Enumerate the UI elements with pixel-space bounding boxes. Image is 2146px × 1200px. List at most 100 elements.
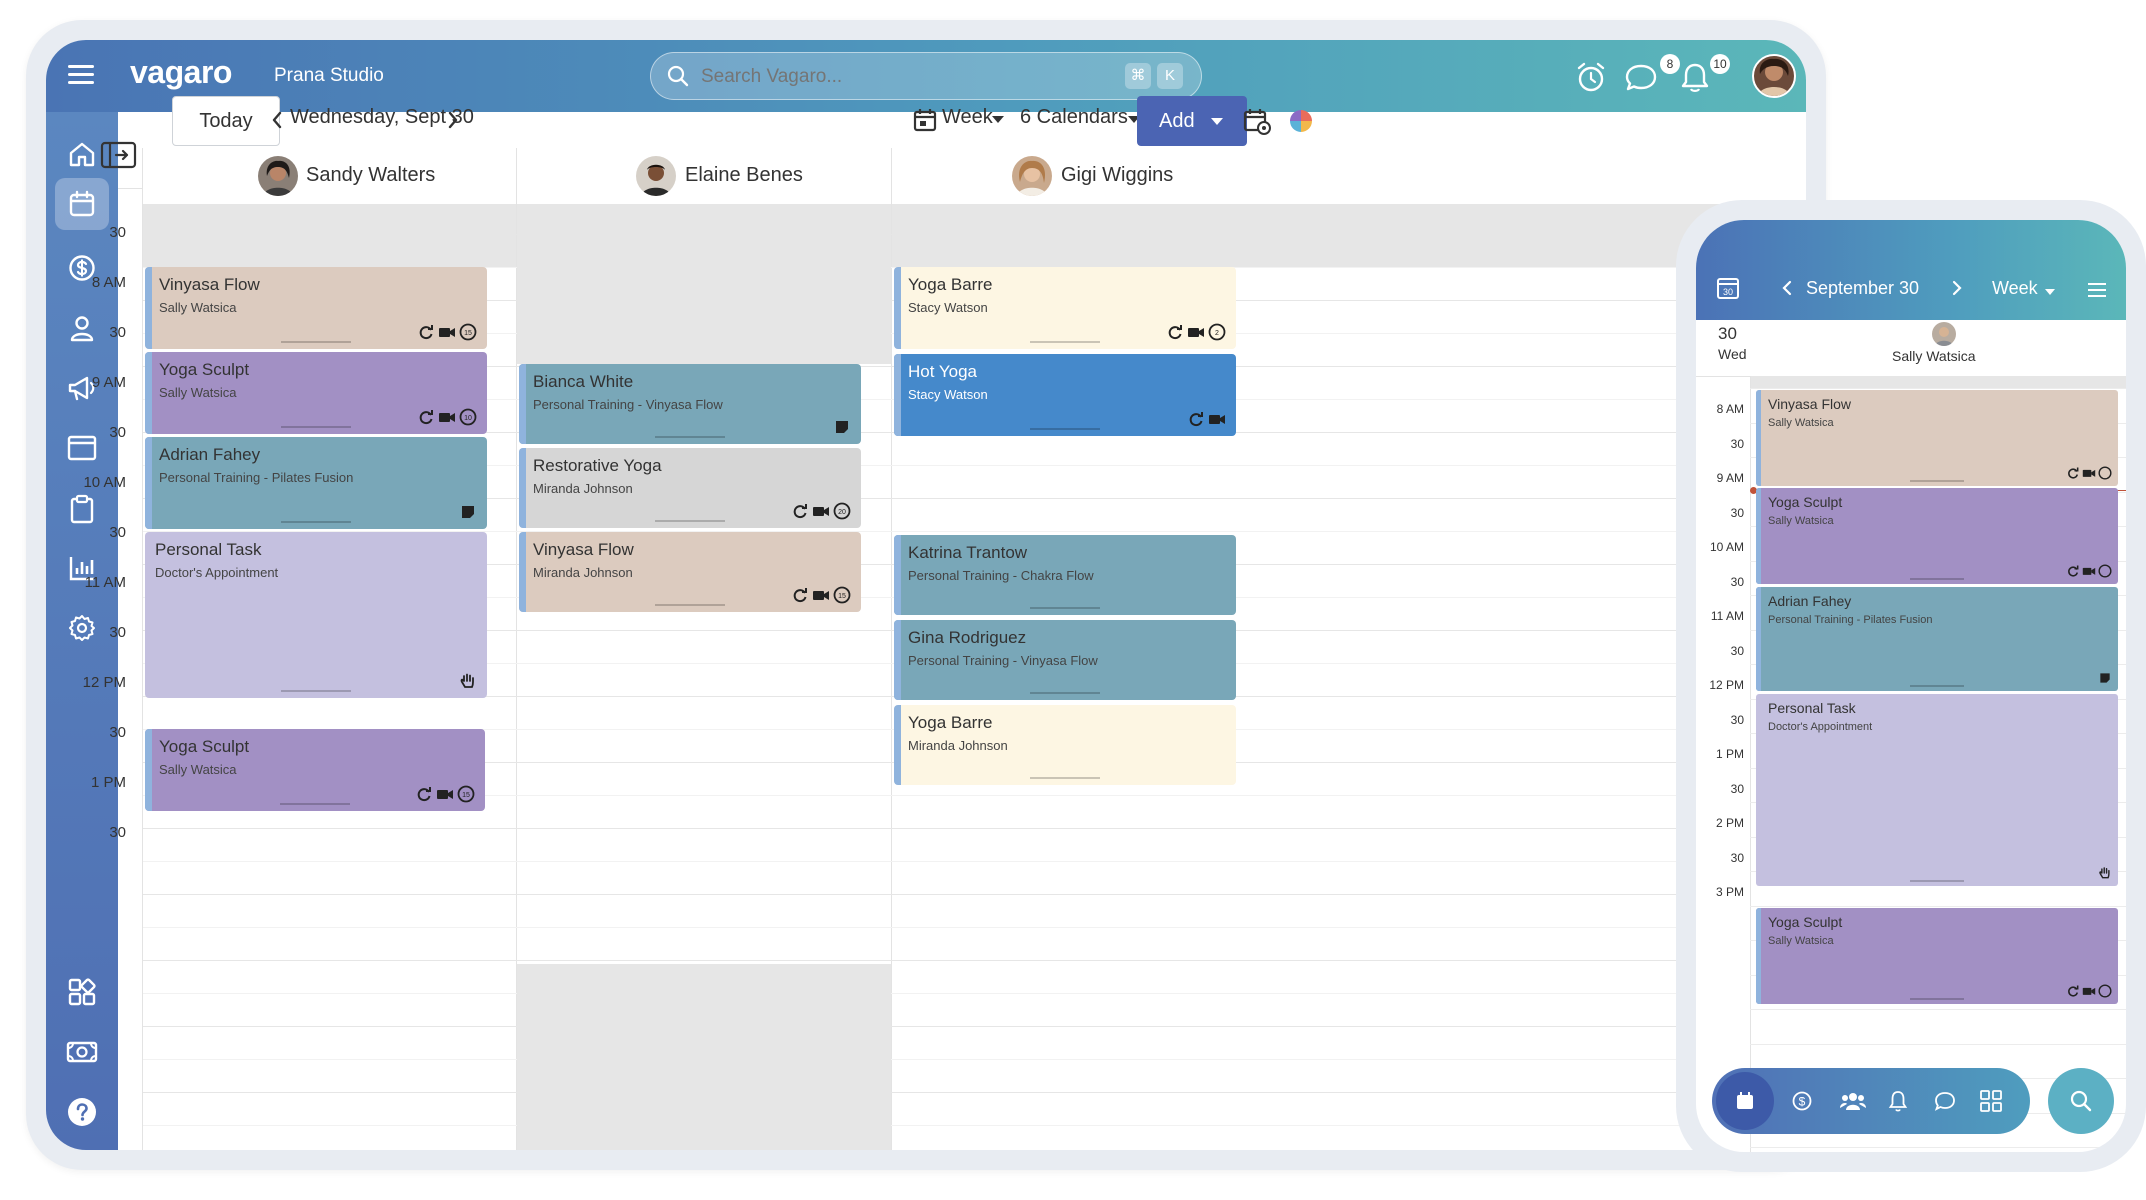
- studio-name: Prana Studio: [274, 65, 384, 86]
- chat-icon[interactable]: [1934, 1090, 1956, 1112]
- resize-handle[interactable]: [1030, 692, 1100, 694]
- time-label: 30: [109, 624, 126, 641]
- resize-handle[interactable]: [1910, 480, 1964, 482]
- phone-prev-chevron-icon[interactable]: [1780, 278, 1794, 303]
- resize-handle[interactable]: [281, 521, 351, 523]
- grid-line: [143, 861, 1806, 862]
- timer-value: 2: [1215, 330, 1219, 337]
- appointment-card[interactable]: Gina Rodriguez Personal Training - Vinya…: [894, 620, 1236, 700]
- appointment-card[interactable]: Yoga Sculpt Sally Watsica 10: [145, 352, 487, 434]
- color-palette-icon[interactable]: [1290, 110, 1312, 132]
- add-button[interactable]: Add: [1137, 96, 1247, 146]
- appointment-title: Restorative Yoga: [533, 456, 662, 475]
- phone-view-selector[interactable]: Week: [1992, 278, 2038, 299]
- phone-screen: 30 September 30 Week 30 Wed Sally Watsic…: [1696, 220, 2126, 1152]
- phone-appointment-card[interactable]: Yoga Sculpt Sally Watsica: [1756, 488, 2118, 584]
- staff-avatar-gigi[interactable]: [1012, 156, 1052, 196]
- timer-icon: 2: [1208, 323, 1226, 341]
- brand-logo[interactable]: vagaro: [130, 54, 232, 91]
- column-header-gigi[interactable]: Gigi Wiggins: [1061, 164, 1173, 187]
- calendars-selector[interactable]: 6 Calendars: [1020, 106, 1128, 129]
- appointment-card[interactable]: Yoga Barre Miranda Johnson: [894, 705, 1236, 785]
- appointment-card[interactable]: Bianca White Personal Training - Vinyasa…: [519, 364, 861, 444]
- time-label: 30: [109, 524, 126, 541]
- resize-handle[interactable]: [655, 520, 725, 522]
- resize-handle[interactable]: [1910, 998, 1964, 1000]
- calendar-settings-icon[interactable]: [1242, 106, 1272, 141]
- resize-handle[interactable]: [1030, 428, 1100, 430]
- grid-line: [143, 1092, 1806, 1093]
- appointment-card[interactable]: Yoga Barre Stacy Watson 2: [894, 267, 1236, 349]
- appointment-card[interactable]: Katrina Trantow Personal Training - Chak…: [894, 535, 1236, 615]
- phone-next-chevron-icon[interactable]: [1950, 278, 1964, 303]
- resize-handle[interactable]: [280, 803, 350, 805]
- resize-handle[interactable]: [1910, 578, 1964, 580]
- note-icon: [836, 421, 848, 433]
- resize-handle[interactable]: [1910, 685, 1964, 687]
- apps-icon[interactable]: [1980, 1090, 2002, 1112]
- phone-appointment-card[interactable]: Adrian Fahey Personal Training - Pilates…: [1756, 587, 2118, 691]
- svg-text:$: $: [1799, 1095, 1806, 1109]
- appointment-card[interactable]: Vinyasa Flow Miranda Johnson 15: [519, 532, 861, 612]
- appointment-title: Personal Task: [1768, 700, 1856, 716]
- dollar-icon[interactable]: $: [1792, 1091, 1812, 1111]
- appointment-card[interactable]: Adrian Fahey Personal Training - Pilates…: [145, 437, 487, 529]
- appointment-card[interactable]: Personal Task Doctor's Appointment: [145, 532, 487, 698]
- appointment-title: Adrian Fahey: [1768, 593, 1852, 609]
- video-icon: [813, 507, 829, 516]
- phone-appointment-card[interactable]: Yoga Sculpt Sally Watsica: [1756, 908, 2118, 1004]
- user-avatar[interactable]: [1752, 54, 1796, 98]
- resize-handle[interactable]: [1030, 341, 1100, 343]
- appointment-subtitle: Personal Training - Vinyasa Flow: [908, 653, 1098, 668]
- bell-icon[interactable]: [1678, 60, 1712, 99]
- phone-staff-name[interactable]: Sally Watsica: [1892, 348, 1976, 364]
- search-input[interactable]: [699, 61, 1083, 93]
- messages-badge: 8: [1660, 54, 1680, 74]
- users-icon[interactable]: [1840, 1090, 1866, 1112]
- resize-handle[interactable]: [1910, 880, 1964, 882]
- alarm-icon[interactable]: [1574, 60, 1608, 99]
- unavailable-block: [892, 204, 1806, 267]
- column-header-sandy[interactable]: Sandy Walters: [306, 164, 435, 187]
- bell-icon[interactable]: [1888, 1090, 1908, 1112]
- search-bar[interactable]: ⌘ K: [650, 52, 1202, 100]
- menu-icon[interactable]: [68, 64, 94, 91]
- phone-nav-calendar[interactable]: [1716, 1072, 1774, 1130]
- chat-icon[interactable]: [1624, 60, 1658, 99]
- phone-time-label: 30: [1730, 781, 1744, 796]
- staff-avatar-elaine[interactable]: [636, 156, 676, 196]
- phone-month-label[interactable]: September 30: [1806, 278, 1919, 299]
- appointment-subtitle: Personal Training - Chakra Flow: [908, 568, 1094, 583]
- staff-avatar-sandy[interactable]: [258, 156, 298, 196]
- resize-handle[interactable]: [655, 436, 725, 438]
- appointment-title: Yoga Barre: [908, 275, 993, 294]
- resize-handle[interactable]: [1030, 607, 1100, 609]
- resize-handle[interactable]: [281, 341, 351, 343]
- view-selector[interactable]: Week: [942, 106, 993, 129]
- appointment-card[interactable]: Vinyasa Flow Sally Watsica 15: [145, 267, 487, 349]
- phone-staff-avatar[interactable]: [1932, 322, 1956, 346]
- grid-line: [143, 1059, 1806, 1060]
- view-caret-icon[interactable]: [990, 112, 1006, 131]
- collapse-panel-icon[interactable]: [100, 140, 138, 175]
- phone-appointment-card[interactable]: Vinyasa Flow Sally Watsica: [1756, 390, 2118, 486]
- appointment-title: Vinyasa Flow: [533, 540, 634, 559]
- phone-menu-icon[interactable]: [2088, 282, 2106, 303]
- appointment-title: Gina Rodriguez: [908, 628, 1027, 647]
- column-header-elaine[interactable]: Elaine Benes: [685, 164, 803, 187]
- phone-view-caret-icon[interactable]: [2044, 284, 2056, 302]
- appointment-card[interactable]: Yoga Sculpt Sally Watsica 15: [145, 729, 485, 811]
- appointment-card[interactable]: Restorative Yoga Miranda Johnson 20: [519, 448, 861, 528]
- home-icon[interactable]: [68, 140, 96, 173]
- phone-search-button[interactable]: [2048, 1068, 2114, 1134]
- prev-day-chevron-icon[interactable]: [268, 106, 286, 139]
- resize-handle[interactable]: [281, 426, 351, 428]
- phone-appointment-card[interactable]: Personal Task Doctor's Appointment: [1756, 694, 2118, 886]
- next-day-chevron-icon[interactable]: [444, 106, 462, 139]
- appointment-card[interactable]: Hot Yoga Stacy Watson: [894, 354, 1236, 436]
- resize-handle[interactable]: [1030, 777, 1100, 779]
- today-button[interactable]: Today: [172, 96, 280, 146]
- phone-calendar-icon[interactable]: 30: [1716, 276, 1740, 300]
- resize-handle[interactable]: [655, 604, 725, 606]
- resize-handle[interactable]: [281, 690, 351, 692]
